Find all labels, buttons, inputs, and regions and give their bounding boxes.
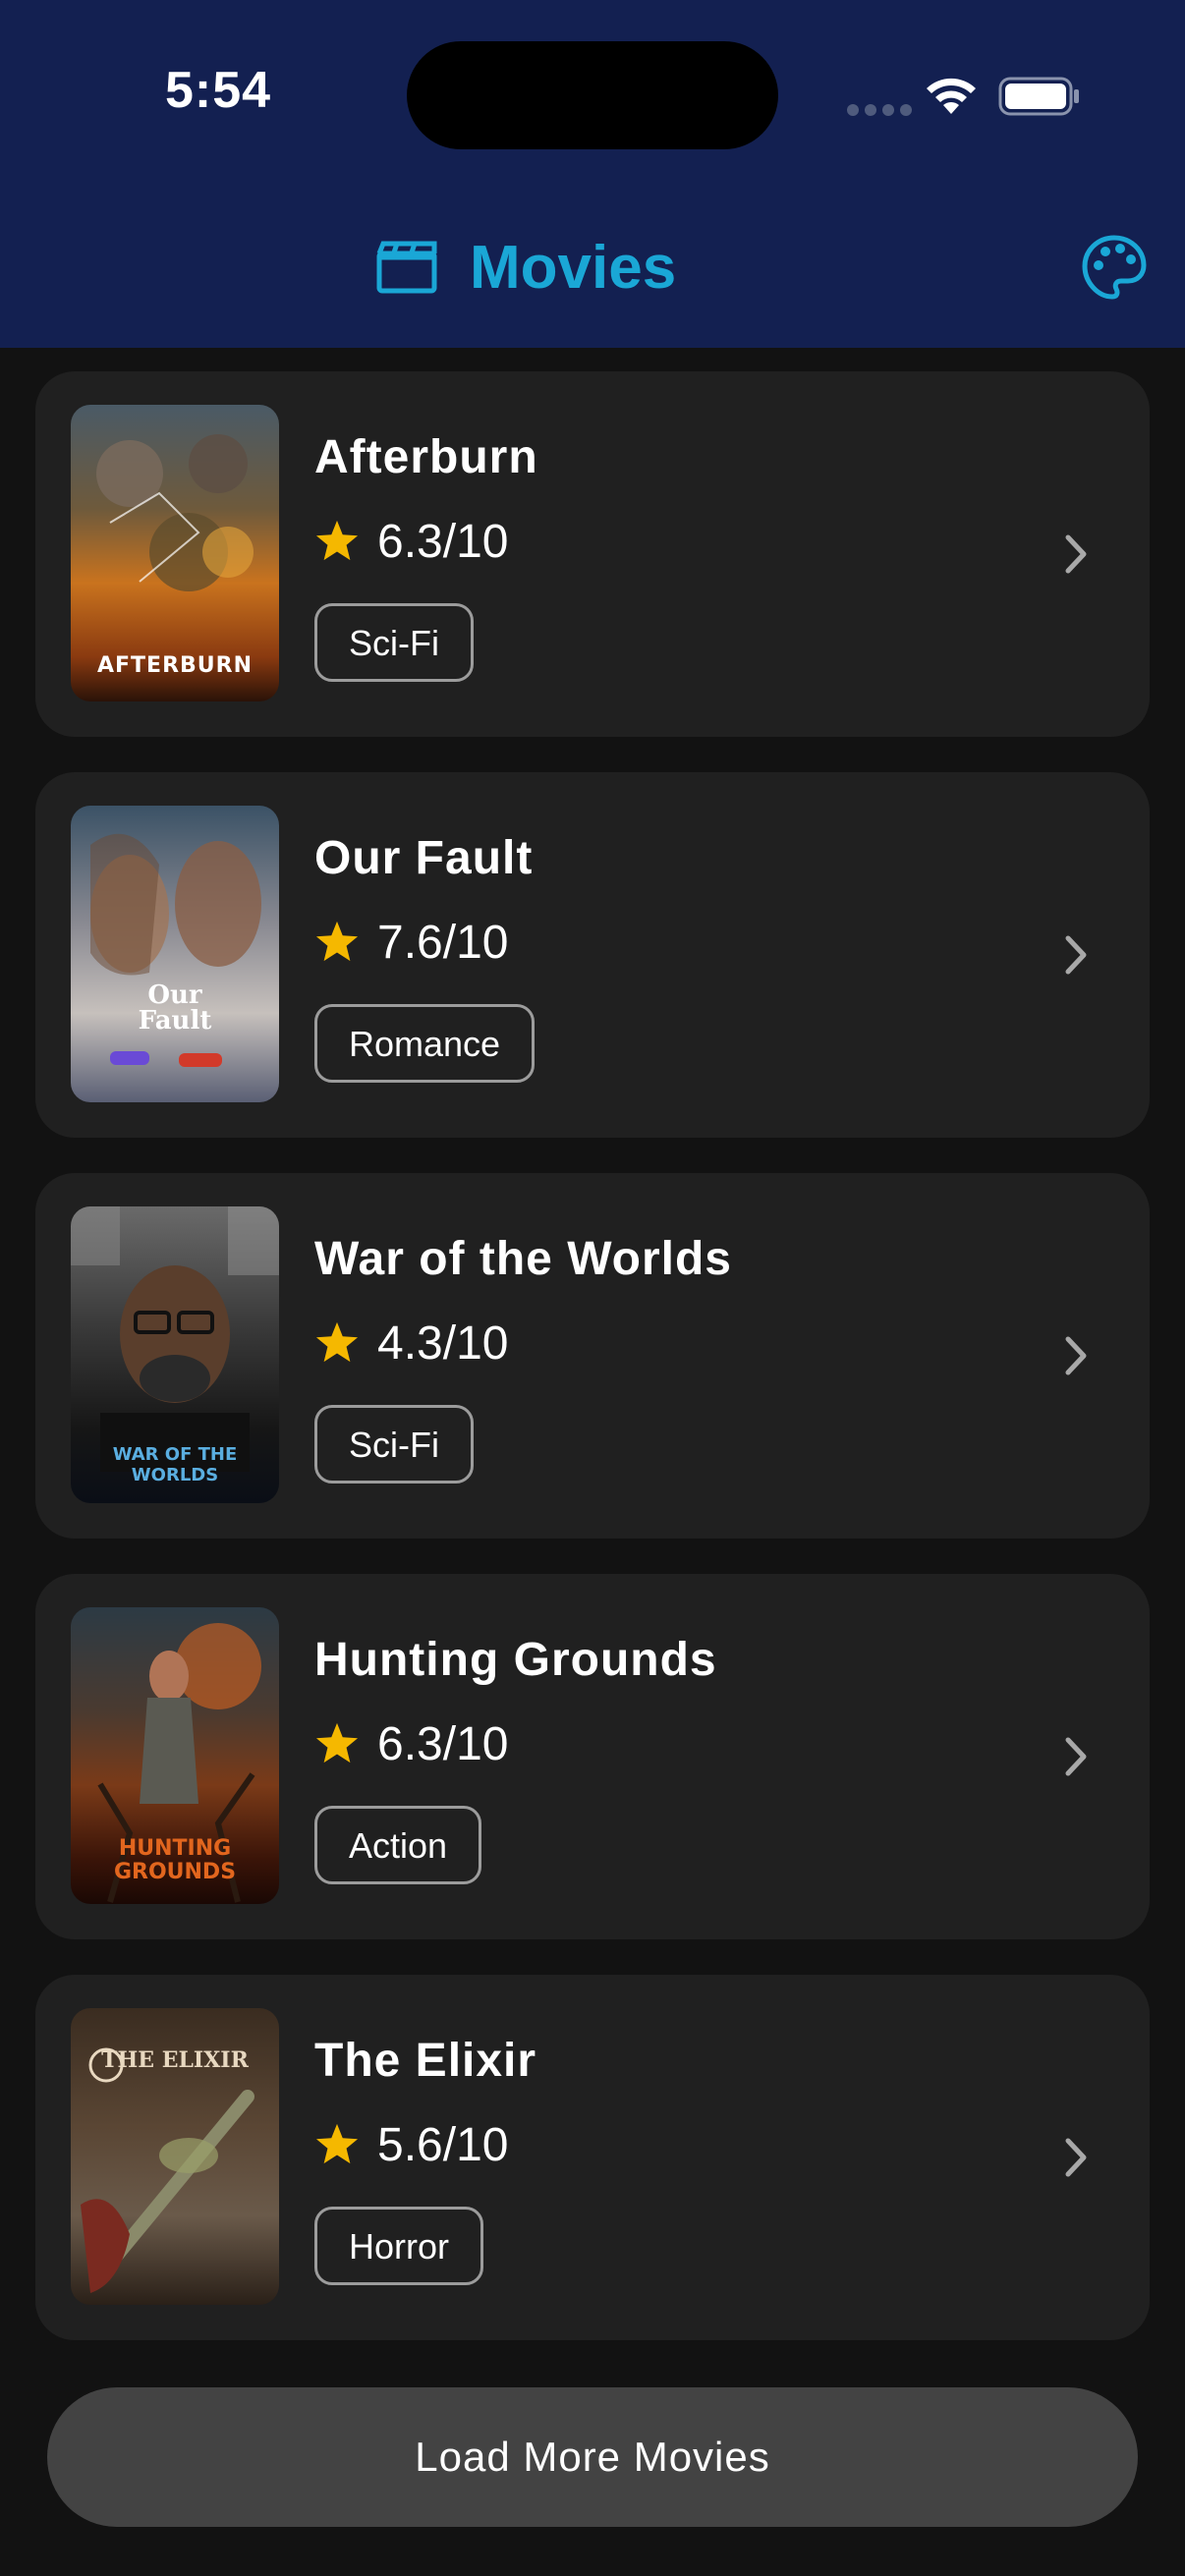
poster-caption: THE ELIXIR	[101, 2047, 249, 2073]
page-title: Movies	[470, 233, 677, 302]
movie-rating: 4.3/10	[377, 1317, 509, 1370]
movie-rating: 5.6/10	[377, 2119, 509, 2171]
poster-caption: WAR OF THE WORLDS	[112, 1444, 238, 1485]
clapperboard-icon	[376, 241, 437, 294]
movie-rating: 6.3/10	[377, 516, 509, 568]
genre-badge: Action	[314, 1806, 482, 1884]
movie-poster: HUNTING GROUNDS	[71, 1607, 279, 1904]
movie-title: Afterburn	[314, 431, 538, 483]
chevron-right-icon	[1065, 534, 1087, 574]
poster-caption: Our Fault	[138, 980, 212, 1036]
movie-title: The Elixir	[314, 2035, 537, 2087]
movie-poster: AFTERBURN	[71, 405, 279, 701]
star-icon	[315, 921, 359, 962]
poster-art	[90, 833, 261, 1067]
chevron-right-icon	[1065, 2138, 1087, 2177]
load-more-button[interactable]: Load More Movies	[47, 2387, 1138, 2527]
chevron-right-icon	[1065, 935, 1087, 975]
app-header: 5:54 Movies	[0, 0, 1185, 348]
battery-icon	[998, 77, 1079, 116]
movie-poster: WAR OF THE WORLDS	[71, 1206, 279, 1503]
genre-badge: Sci-Fi	[314, 1405, 474, 1484]
dynamic-island	[407, 41, 778, 149]
movie-card[interactable]: AFTERBURN Afterburn 6.3/10 Sci-Fi	[35, 371, 1150, 737]
status-bar-time: 5:54	[165, 62, 272, 119]
chevron-right-icon	[1065, 1336, 1087, 1375]
genre-badge: Horror	[314, 2207, 484, 2285]
poster-caption: HUNTING GROUNDS	[113, 1836, 237, 1884]
star-icon	[315, 1321, 359, 1363]
wifi-icon	[927, 78, 976, 114]
movie-title: War of the Worlds	[314, 1233, 732, 1285]
movie-rating: 6.3/10	[377, 1718, 509, 1770]
star-icon	[315, 1722, 359, 1764]
poster-caption: AFTERBURN	[96, 653, 253, 678]
header-title-group: Movies	[375, 228, 676, 307]
movie-card[interactable]: THE ELIXIR The Elixir 5.6/10 Horror	[35, 1975, 1150, 2340]
genre-badge: Romance	[314, 1004, 536, 1083]
genre-badge: Sci-Fi	[314, 603, 474, 682]
movie-title: Our Fault	[314, 832, 534, 884]
movie-poster: THE ELIXIR	[71, 2008, 279, 2305]
movie-card[interactable]: Our Fault Our Fault 7.6/10 Romance	[35, 772, 1150, 1138]
chevron-right-icon	[1065, 1737, 1087, 1776]
star-icon	[315, 2123, 359, 2164]
movie-card[interactable]: WAR OF THE WORLDS War of the Worlds 4.3/…	[35, 1173, 1150, 1539]
movie-title: Hunting Grounds	[314, 1634, 717, 1686]
movie-rating: 7.6/10	[377, 917, 509, 969]
movie-poster: Our Fault	[71, 806, 279, 1102]
star-icon	[315, 520, 359, 561]
movie-card[interactable]: HUNTING GROUNDS Hunting Grounds 6.3/10 A…	[35, 1574, 1150, 1939]
palette-icon[interactable]	[1081, 234, 1148, 301]
